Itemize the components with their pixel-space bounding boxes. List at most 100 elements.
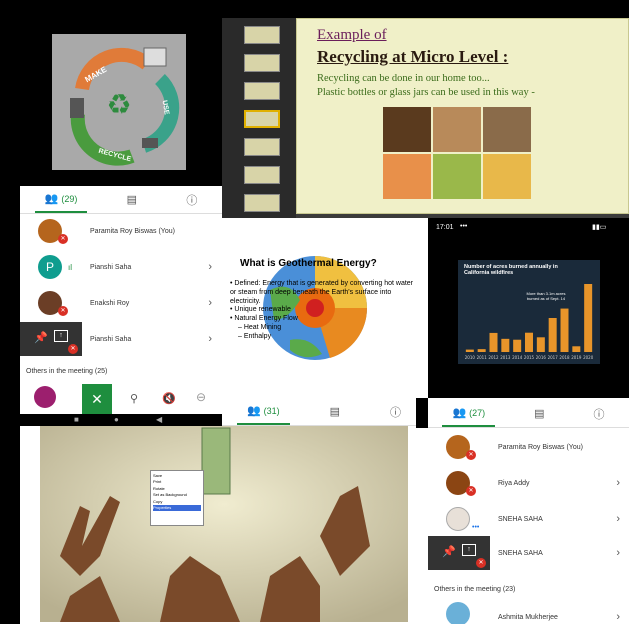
close-button[interactable]: ✕ [82,384,112,414]
participant-row[interactable]: ••• SNEHA SAHA › [428,502,626,536]
mute-icon[interactable]: 🔇 [162,392,176,405]
tab-people[interactable]: 👥 (29) [34,186,88,213]
bin-icon [70,98,84,118]
jar-photo [483,107,531,152]
chart-bar [584,284,593,352]
participant-name: SNEHA SAHA [498,515,543,523]
wildfire-chart: Number of acres burned annually in Calif… [458,260,600,364]
jar-photo [483,154,531,199]
hands-illustration [40,426,408,622]
tab-chat[interactable]: ▤ [117,186,147,213]
bullet-item: • Natural Energy Flow [230,315,298,322]
phone-screen-tile: 17:01 ••• ▮▮▭ Number of acres burned ann… [428,218,629,398]
slide-thumbnail-selected[interactable] [244,110,280,128]
people-count: (31) [263,405,280,416]
chart-bar [536,337,545,352]
tab-info[interactable]: ⓘ [176,186,207,213]
jar-photo [383,154,431,199]
avatar: P [38,255,62,279]
tab-chat[interactable]: ▤ [524,400,554,427]
jar-photo [383,107,431,152]
factory-icon [143,47,167,67]
home-nav-icon[interactable]: ● [114,415,119,424]
tab-chat[interactable]: ▤ [320,398,350,425]
chart-bars: 2010 2011 2012 2013 2014 2015 2016 2017 2018 2019… [465,284,594,360]
chart-title: Number of acres burned annually in Calif… [464,264,558,277]
speaking-icon: ıl [68,262,72,272]
presenting-tile: 📌 ↑ ✕ [428,536,490,570]
recycle-image: ♻ MAKE USE RECYCLE [52,34,186,170]
chevron-right-icon[interactable]: › [208,261,212,273]
chevron-right-icon[interactable]: › [616,477,620,489]
chart-tick-label: 2020 [583,355,594,360]
context-menu: Save Print Rotate Set as Background Copy… [150,470,204,526]
slide-line-2: Plastic bottles or glass jars can be use… [317,87,535,98]
chat-icon: ▤ [534,408,545,420]
square-nav-icon[interactable]: ■ [74,415,79,424]
meet-tabbar-left: 👥 (29) ▤ ⓘ [20,186,222,214]
slide-thumbnail[interactable] [244,54,280,72]
recycle-symbol-icon: ♻ [106,88,131,121]
slide-thumbnail[interactable] [244,138,280,156]
geothermal-slide-tile: What is Geothermal Energy? • Defined: En… [222,218,426,398]
back-nav-icon[interactable]: ◀ [156,415,162,424]
participant-row[interactable]: Ashmita Mukherjee › [428,600,626,624]
chevron-right-icon[interactable]: › [616,513,620,525]
chart-bar [465,349,474,352]
tab-info[interactable]: ⓘ [380,398,411,425]
people-icon: 👥 [452,407,467,419]
present-screen-icon: ↑ [462,544,476,556]
participant-name: Ashmita Mukherjee [498,613,558,621]
participant-name: Pianshi Saha [90,263,132,271]
status-dots: ••• [460,223,468,230]
participant-row[interactable]: ✕ Paramita Roy Biswas (You) [20,214,218,248]
chart-tick-label: 2013 [500,355,511,360]
people-icon: 👥 [44,193,59,205]
chart-bar [572,346,581,352]
tab-people[interactable]: 👥 (27) [442,400,496,427]
participant-row[interactable]: 📌 ↑ ✕ SNEHA SAHA › [428,536,626,570]
chart-tick-label: 2019 [571,355,582,360]
slide-thumbnail[interactable] [244,166,280,184]
status-time: 17:01 [436,224,454,231]
dollar-bill [201,427,231,495]
chevron-right-icon[interactable]: › [208,297,212,309]
chevron-right-icon[interactable]: › [208,333,212,345]
geothermal-bullets: • Defined: Energy that is generated by c… [230,280,420,341]
pin-icon[interactable]: 📌 [442,545,456,558]
participant-row[interactable]: 📌 ↑ ✕ Pianshi Saha › [20,322,218,356]
tab-people[interactable]: 👥 (31) [236,398,290,425]
pin-icon[interactable]: 📌 [34,331,48,344]
slide-thumbnail-strip [222,18,296,218]
frame-divider [416,398,428,428]
slide-heading: Example of [317,27,387,43]
info-icon: ⓘ [186,194,198,207]
participant-name: Paramita Roy Biswas (You) [90,227,175,235]
slide-presentation-tile: Example of Recycling at Micro Level : Re… [222,18,629,218]
pin-icon[interactable]: ⚲ [130,392,138,405]
participants-panel-left: ✕ Paramita Roy Biswas (You) P ıl Pianshi… [20,214,222,414]
info-icon: ⓘ [390,406,401,419]
participant-row[interactable]: ✕ Paramita Roy Biswas (You) [428,430,626,464]
chart-tick-label: 2014 [512,355,523,360]
participant-row[interactable]: ✕ Enakshi Roy › [20,286,218,320]
present-screen-icon: ↑ [54,330,68,342]
chart-tick-label: 2016 [536,355,547,360]
chevron-right-icon[interactable]: › [616,547,620,559]
sub-bullet-item: – Enthalpy [238,332,272,340]
bullet-item: • Defined: Energy that is generated by c… [230,280,414,305]
avatar [446,602,470,624]
participant-row[interactable]: ✕ Riya Addy › [428,466,626,500]
chat-icon: ▤ [126,194,138,206]
participant-row[interactable]: P ıl Pianshi Saha › [20,250,218,284]
speaking-dots-icon: ••• [472,524,480,531]
chevron-right-icon[interactable]: › [616,611,620,623]
slide-thumbnail[interactable] [244,194,280,212]
slide-thumbnail[interactable] [244,26,280,44]
menu-item-selected[interactable]: Properties [153,504,201,512]
tab-info[interactable]: ⓘ [584,400,615,427]
chart-bar [513,339,522,352]
slide-thumbnail[interactable] [244,82,280,100]
avatar [446,507,470,531]
remove-icon[interactable]: ⊖ [196,390,206,404]
